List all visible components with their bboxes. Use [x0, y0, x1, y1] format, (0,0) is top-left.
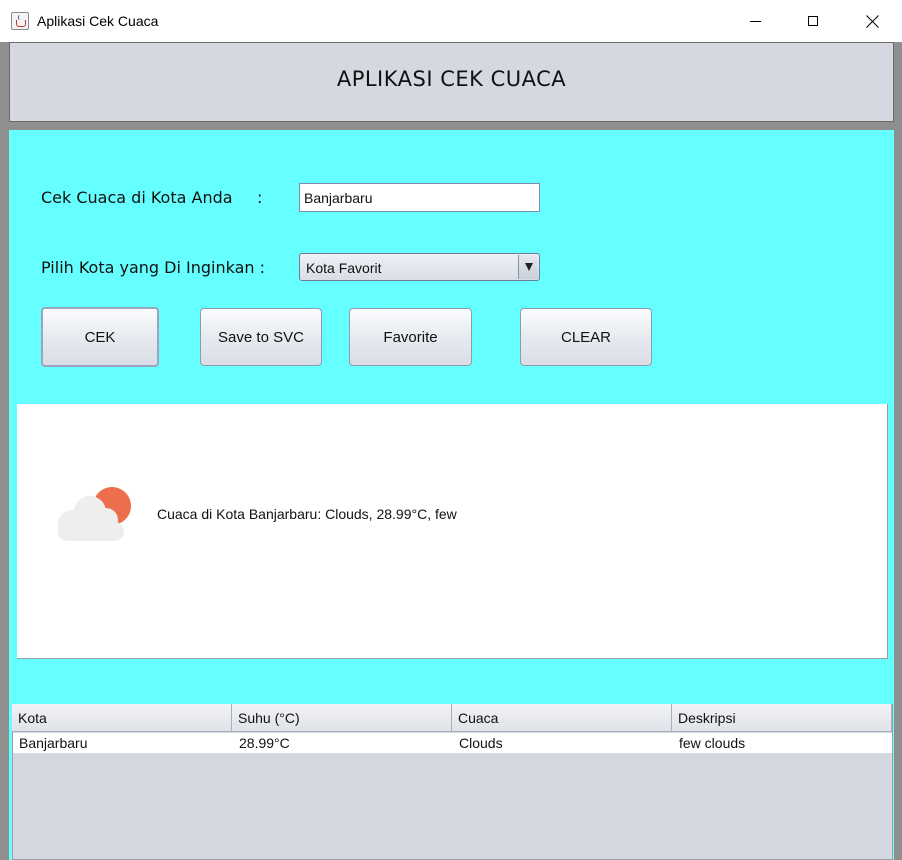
weather-result-text: Cuaca di Kota Banjarbaru: Clouds, 28.99°… [157, 506, 457, 522]
city-input[interactable]: Banjarbaru [299, 183, 540, 212]
favorite-city-dropdown[interactable]: Kota Favorit [299, 253, 540, 281]
dropdown-selected-value: Kota Favorit [306, 260, 382, 276]
partly-cloudy-icon [58, 487, 131, 541]
maximize-button[interactable] [784, 0, 842, 42]
city-label: Cek Cuaca di Kota Anda [41, 188, 233, 207]
page-title: APLIKASI CEK CUACA [336, 67, 567, 91]
table-row[interactable]: Banjarbaru 28.99°C Clouds few clouds [13, 733, 892, 753]
column-header-kota[interactable]: Kota [12, 704, 232, 732]
close-button[interactable] [843, 0, 901, 42]
clear-button[interactable]: CLEAR [520, 308, 652, 366]
chevron-down-icon [524, 263, 533, 271]
city-label-colon: : [257, 188, 263, 207]
weather-result-panel [17, 404, 888, 659]
cell-kota: Banjarbaru [19, 735, 88, 751]
pick-city-label: Pilih Kota yang Di Inginkan : [41, 258, 266, 277]
close-icon [866, 15, 879, 28]
java-app-icon [11, 12, 29, 30]
table-header: Kota Suhu (°C) Cuaca Deskripsi [12, 704, 892, 732]
column-header-cuaca[interactable]: Cuaca [452, 704, 672, 732]
window-title-bar[interactable]: Aplikasi Cek Cuaca [0, 0, 902, 42]
cell-cuaca: Clouds [459, 735, 503, 751]
maximize-icon [808, 16, 818, 26]
minimize-icon [749, 20, 761, 22]
minimize-button[interactable] [726, 0, 784, 42]
cell-suhu: 28.99°C [239, 735, 290, 751]
dropdown-arrow-button[interactable] [518, 255, 538, 279]
column-header-suhu[interactable]: Suhu (°C) [232, 704, 452, 732]
cek-button[interactable]: CEK [41, 307, 159, 367]
favorite-button[interactable]: Favorite [349, 308, 472, 366]
header-panel: APLIKASI CEK CUACA [9, 42, 894, 122]
column-header-deskripsi[interactable]: Deskripsi [672, 704, 892, 732]
cell-deskripsi: few clouds [679, 735, 746, 751]
save-button[interactable]: Save to SVC [200, 308, 322, 366]
window-title: Aplikasi Cek Cuaca [37, 13, 159, 29]
